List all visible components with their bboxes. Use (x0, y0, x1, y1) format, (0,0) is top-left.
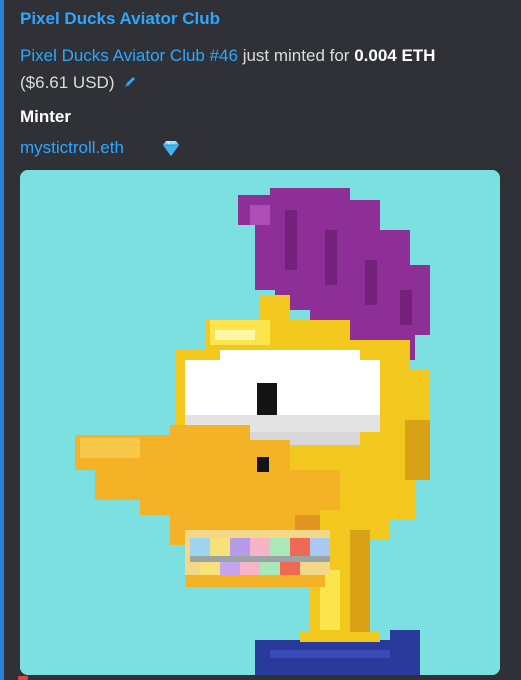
price-usd: ($6.61 USD) (20, 73, 115, 92)
nft-mint-embed: Pixel Ducks Aviator Club Pixel Ducks Avi… (0, 0, 521, 680)
field-name: Minter (20, 107, 71, 126)
nft-image[interactable] (20, 170, 500, 675)
embed-title[interactable]: Pixel Ducks Aviator Club (20, 9, 220, 29)
embed-description: Pixel Ducks Aviator Club #46 just minted… (20, 42, 510, 96)
item-link[interactable]: Pixel Ducks Aviator Club #46 (20, 46, 238, 65)
edit-icon[interactable] (123, 75, 137, 89)
description-text: just minted for (237, 46, 355, 65)
minter-link[interactable]: mystictroll.eth (20, 138, 124, 158)
gem-icon (163, 141, 179, 156)
status-badge (18, 676, 28, 680)
price-eth: 0.004 ETH (354, 46, 436, 65)
duck-illustration (20, 170, 500, 675)
